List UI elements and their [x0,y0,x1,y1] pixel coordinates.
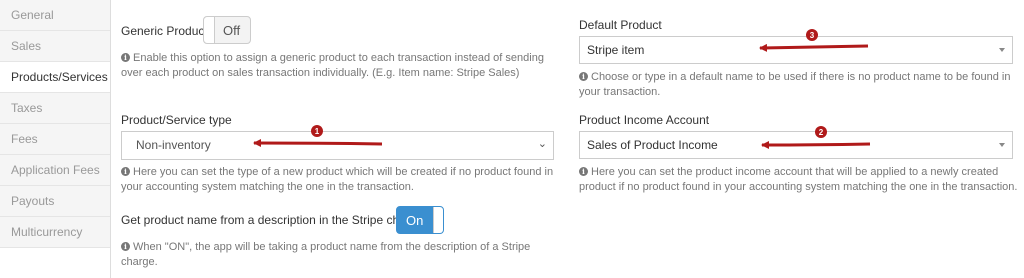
annotation-badge-2: 2 [819,128,824,137]
annotation-arrow-3: 3 [759,29,869,52]
annotation-badge-3: 3 [810,31,815,40]
annotation-badge-1: 1 [315,127,320,136]
annotation-arrow-2: 2 [761,126,871,149]
annotation-overlay: 3 1 2 [253,29,871,149]
annotation-arrow-1: 1 [253,125,383,148]
